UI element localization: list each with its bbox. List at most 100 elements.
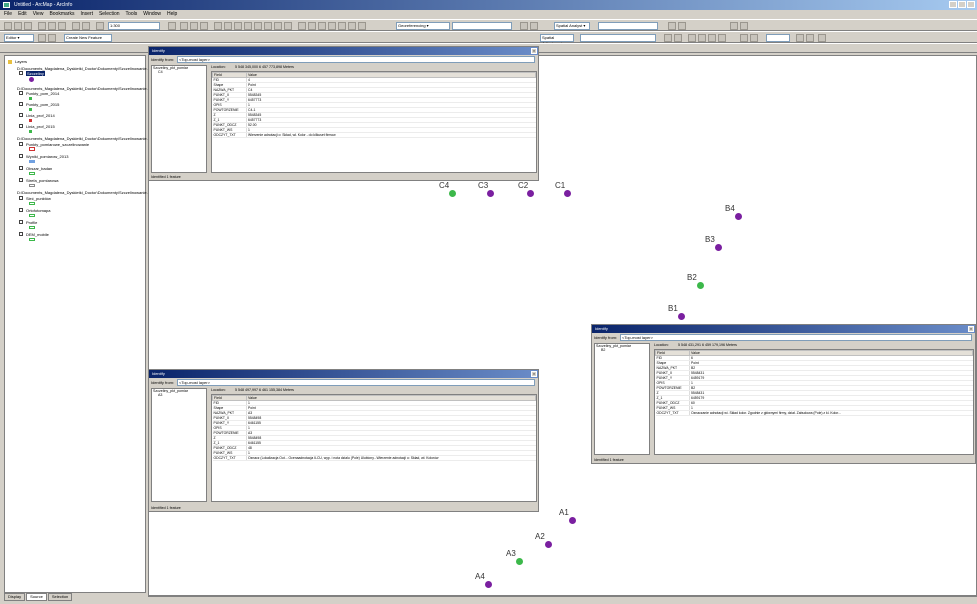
pan-icon[interactable] — [254, 22, 262, 30]
identify-from-combo[interactable]: <Top-most layer> — [620, 334, 972, 341]
checkbox-icon[interactable] — [19, 196, 23, 200]
cut-icon[interactable] — [38, 22, 46, 30]
full-extent-icon[interactable] — [264, 22, 272, 30]
close-icon[interactable]: × — [968, 326, 974, 332]
toc-item[interactable]: Ortofotomapa — [26, 208, 50, 213]
adjust-icon-10[interactable] — [806, 34, 814, 42]
add-data-icon[interactable] — [96, 22, 104, 30]
menu-bookmarks[interactable]: Bookmarks — [49, 10, 74, 19]
adjust-icon-6[interactable] — [718, 34, 726, 42]
map-point[interactable] — [715, 244, 722, 251]
toc-root[interactable]: Layers — [15, 59, 27, 64]
checkbox-icon[interactable] — [19, 220, 23, 224]
map-point[interactable] — [697, 282, 704, 289]
adjust-icon-9[interactable] — [796, 34, 804, 42]
map-point[interactable] — [564, 190, 571, 197]
table-row[interactable]: ODCZYT_TXT Oznacz (Lokalizacja Out... Oce… — [212, 455, 536, 461]
tab-selection[interactable]: Selection — [47, 593, 73, 601]
tree-feature-node[interactable]: B2 — [595, 348, 649, 352]
adjust-icon-11[interactable] — [818, 34, 826, 42]
fixed-zoom-out-icon[interactable] — [244, 22, 252, 30]
checkbox-icon[interactable] — [19, 91, 23, 95]
zoom-in-icon[interactable] — [214, 22, 222, 30]
menu-selection[interactable]: Selection — [99, 10, 120, 19]
menu-file[interactable]: File — [4, 10, 12, 19]
map-point[interactable] — [569, 517, 576, 524]
toc-item[interactable]: Profile — [26, 220, 37, 225]
spatial-tool-icon[interactable] — [678, 22, 686, 30]
minimize-button[interactable] — [949, 1, 957, 8]
adjust-icon-4[interactable] — [698, 34, 706, 42]
map-point[interactable] — [516, 558, 523, 565]
checkbox-icon[interactable] — [19, 102, 23, 106]
command-line-icon[interactable] — [190, 22, 198, 30]
toc-item[interactable]: Punkty_pom_2015 — [26, 102, 59, 107]
menu-window[interactable]: Window — [143, 10, 161, 19]
menu-edit[interactable]: Edit — [18, 10, 27, 19]
checkbox-icon[interactable] — [19, 154, 23, 158]
scale-combo[interactable]: 1:300 — [108, 22, 160, 30]
new-icon[interactable] — [4, 22, 12, 30]
toc-item[interactable]: Szczeliny — [26, 71, 45, 76]
toc-item[interactable]: Strefa_pomiarowa — [26, 178, 58, 183]
map-tips-icon[interactable] — [740, 22, 748, 30]
identify-from-combo[interactable]: <Top-most layer> — [177, 379, 535, 386]
adjust-icon-1[interactable] — [664, 34, 672, 42]
map-point[interactable] — [545, 541, 552, 548]
editor-menu[interactable]: Editor ▾ — [4, 34, 34, 42]
close-button[interactable] — [967, 1, 975, 8]
python-icon[interactable] — [200, 22, 208, 30]
adjustment-layer-combo[interactable] — [580, 34, 656, 42]
checkbox-icon[interactable] — [19, 178, 23, 182]
redo-icon[interactable] — [82, 22, 90, 30]
georef-rotate-icon[interactable] — [530, 22, 538, 30]
forward-extent-icon[interactable] — [284, 22, 292, 30]
table-row[interactable]: ODCZYT_TXT Wierzenie adnotacji o: Skład, … — [212, 132, 536, 138]
fixed-zoom-in-icon[interactable] — [234, 22, 242, 30]
open-icon[interactable] — [14, 22, 22, 30]
map-point[interactable] — [678, 313, 685, 320]
checkbox-icon[interactable] — [19, 232, 23, 236]
editor-icon[interactable] — [168, 22, 176, 30]
save-icon[interactable] — [24, 22, 32, 30]
layer-toggle-icon[interactable] — [730, 22, 738, 30]
menu-view[interactable]: View — [33, 10, 44, 19]
toc-item[interactable]: DEM_mobile — [26, 232, 49, 237]
edit-tool-icon[interactable] — [38, 34, 46, 42]
close-icon[interactable]: × — [531, 48, 537, 54]
adjust-icon-8[interactable] — [750, 34, 758, 42]
checkbox-icon[interactable] — [19, 71, 23, 75]
toc-item[interactable]: Punkty_pomiarowe_szczelinowanie — [26, 142, 89, 147]
menu-help[interactable]: Help — [167, 10, 177, 19]
zoom-out-icon[interactable] — [224, 22, 232, 30]
tab-source[interactable]: Source — [26, 593, 47, 601]
toc-item[interactable]: Wyniki_pomiarow_2013 — [26, 154, 68, 159]
toc-item[interactable]: Linia_prof_2015 — [26, 124, 55, 129]
georef-layer-combo[interactable] — [452, 22, 512, 30]
checkbox-icon[interactable] — [19, 166, 23, 170]
task-combo[interactable]: Create New Feature — [64, 34, 112, 42]
measure-icon[interactable] — [348, 22, 356, 30]
hyperlink-icon[interactable] — [358, 22, 366, 30]
checkbox-icon[interactable] — [19, 113, 23, 117]
spatial-adjustment-menu[interactable]: Spatial Adjustment ▾ — [540, 34, 574, 46]
spatial-analyst-menu[interactable]: Spatial Analyst ▾ — [554, 22, 590, 30]
back-extent-icon[interactable] — [274, 22, 282, 30]
adjust-icon-7[interactable] — [740, 34, 748, 42]
georef-tool-icon[interactable] — [520, 22, 528, 30]
menu-insert[interactable]: Insert — [80, 10, 93, 19]
menu-tools[interactable]: Tools — [126, 10, 138, 19]
toc-item[interactable]: Sieć_punktów — [26, 196, 51, 201]
tree-feature-node[interactable]: C4 — [152, 70, 206, 74]
table-row[interactable]: ODCZYT_TXT Oznaczanie adnotacji wi. Skład… — [655, 410, 973, 416]
spatial-analyst-layer-combo[interactable] — [598, 22, 658, 30]
toc-item[interactable]: Linia_prof_2014 — [26, 113, 55, 118]
map-point[interactable] — [449, 190, 456, 197]
identify-from-combo[interactable]: <Top-most layer> — [177, 56, 535, 63]
histogram-icon[interactable] — [668, 22, 676, 30]
select-features-icon[interactable] — [298, 22, 306, 30]
checkbox-icon[interactable] — [19, 142, 23, 146]
map-point[interactable] — [735, 213, 742, 220]
adjust-icon-2[interactable] — [674, 34, 682, 42]
clear-selection-icon[interactable] — [308, 22, 316, 30]
